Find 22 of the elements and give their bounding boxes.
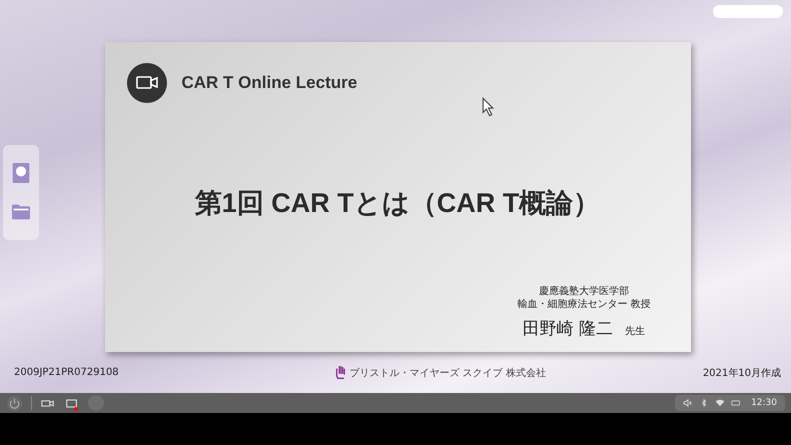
clock-time: 12:30 [751, 398, 777, 408]
power-icon[interactable] [6, 394, 23, 412]
monitor-icon[interactable] [65, 398, 79, 408]
folder-icon[interactable] [12, 202, 30, 222]
video-camera-icon [126, 63, 166, 103]
mouse-cursor-icon [482, 97, 494, 117]
hand-logo-icon [336, 365, 346, 380]
video-camera-icon[interactable] [41, 398, 55, 408]
wifi-icon[interactable] [715, 399, 726, 407]
battery-icon[interactable] [731, 399, 742, 407]
affiliation-line: 輸血・細胞療法センター 教授 [517, 298, 650, 311]
creation-date: 2021年10月作成 [702, 366, 781, 380]
lecture-title: 第1回 CAR Tとは（CAR T概論） [194, 186, 600, 220]
presenter-name: 田野崎 隆二 [522, 318, 614, 340]
affiliation-line: 慶應義塾大学医学部 [538, 285, 629, 298]
lecture-series-title: CAR T Online Lecture [182, 73, 358, 93]
company-name: ブリストル・マイヤーズ スクイブ 株式会社 [350, 366, 546, 380]
disc-app-icon[interactable] [12, 162, 30, 183]
search-field[interactable] [713, 5, 783, 18]
honorific: 先生 [625, 324, 646, 338]
document-code: 2009JP21PR0729108 [14, 367, 119, 378]
volume-icon[interactable] [683, 399, 694, 407]
